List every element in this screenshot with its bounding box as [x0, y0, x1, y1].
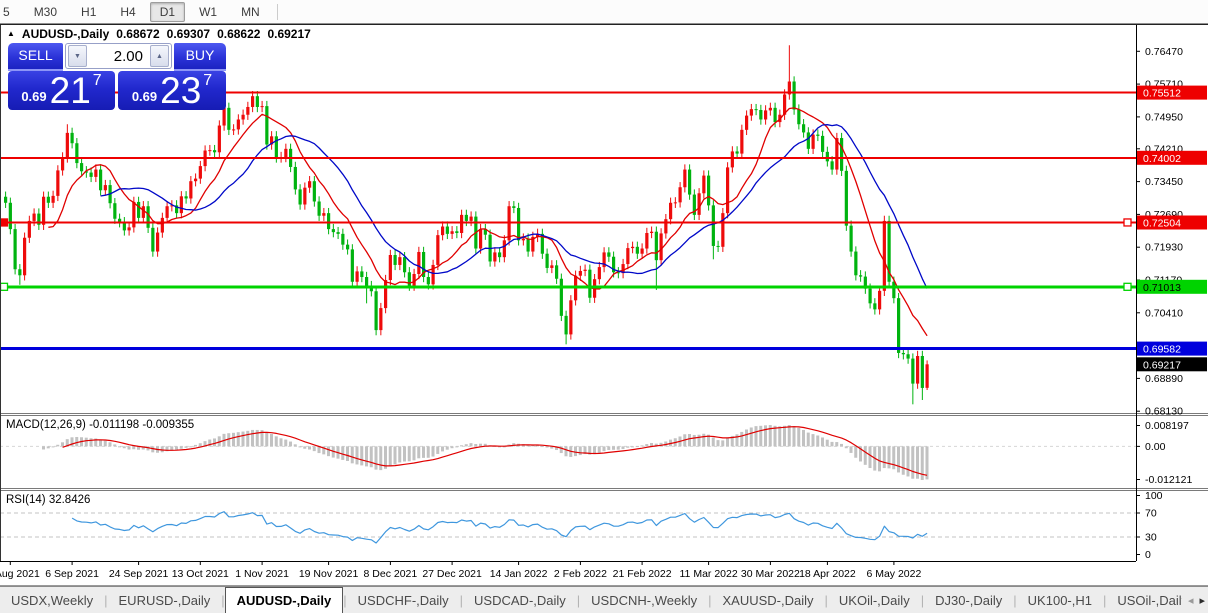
one-click-trading-panel: SELL ▼ 2.00 ▲ BUY 0.69 21 7 0.69 23 7 [8, 43, 226, 110]
period-button-h1[interactable]: H1 [71, 2, 106, 22]
ohlc-close: 0.69217 [267, 27, 310, 41]
date-label: 18 Apr 2022 [799, 568, 856, 580]
date-label: 6 May 2022 [866, 568, 921, 580]
spread-decrease-button[interactable]: ▼ [68, 45, 87, 67]
period-button-mn[interactable]: MN [231, 2, 270, 22]
date-label: 30 Mar 2022 [741, 568, 800, 580]
line-left-handle [1, 219, 8, 226]
rsi-panel-surface[interactable] [0, 491, 1136, 561]
spread-control: ▼ 2.00 ▲ [65, 43, 172, 69]
rsi-axis-label: 0 [1145, 549, 1151, 561]
line-right-handle [1124, 219, 1131, 226]
chart-title: ▲ AUDUSD-,Daily 0.68672 0.69307 0.68622 … [7, 27, 311, 41]
tab-scroll-right-icon[interactable]: ▸ [1199, 594, 1205, 607]
macd-indicator-label: MACD(12,26,9) -0.011198 -0.009355 [6, 419, 194, 431]
date-label: 1 Nov 2021 [235, 568, 289, 580]
chart-tab-uk100-h1[interactable]: UK100-,H1 [1017, 587, 1103, 613]
y-tick-label: 0.68890 [1145, 373, 1183, 385]
ohlc-open: 0.68672 [116, 27, 159, 41]
symbol-tab-bar: USDX,Weekly|EURUSD-,Daily|AUDUSD-,Daily|… [0, 586, 1208, 613]
date-label: 2 Feb 2022 [554, 568, 607, 580]
chart-tab-audusd-daily[interactable]: AUDUSD-,Daily [225, 587, 344, 613]
line-left-handle [1, 283, 8, 290]
spread-value-field[interactable]: 2.00 [89, 48, 148, 65]
price-label-0.71013: 0.71013 [1143, 282, 1181, 294]
rsi-axis-label: 100 [1145, 490, 1163, 502]
ohlc-high: 0.69307 [167, 27, 210, 41]
sell-button[interactable]: SELL [8, 43, 63, 71]
date-axis: 18 Aug 2021 6 Sep 2021 24 Sep 202113 Oct 2… [0, 561, 921, 580]
price-label-0.74002: 0.74002 [1143, 153, 1181, 165]
price-label-0.72504: 0.72504 [1143, 218, 1181, 230]
sell-price-sup: 7 [93, 72, 102, 90]
tab-scroll-left-icon[interactable]: ◂ [1188, 594, 1194, 607]
sell-price-button[interactable]: 0.69 21 7 [8, 71, 115, 110]
chart-window: 0.764700.757100.749500.742100.734500.726… [0, 24, 1208, 586]
macd-axis-label: 0.008197 [1145, 420, 1189, 432]
y-tick-label: 0.76470 [1145, 46, 1183, 58]
y-tick-label: 0.74950 [1145, 111, 1183, 123]
date-label: 14 Jan 2022 [490, 568, 548, 580]
line-right-handle [1124, 283, 1131, 290]
price-label-0.75512: 0.75512 [1143, 88, 1181, 100]
spread-increase-button[interactable]: ▲ [150, 45, 169, 67]
date-label: 27 Dec 2021 [422, 568, 482, 580]
y-tick-label: 0.70410 [1145, 307, 1183, 319]
y-tick-label: 0.71930 [1145, 242, 1183, 254]
chart-tab-usdx-weekly[interactable]: USDX,Weekly [0, 587, 104, 613]
date-label: 13 Oct 2021 [172, 568, 229, 580]
collapse-triangle-icon[interactable]: ▲ [7, 29, 15, 38]
period-button-m30[interactable]: M30 [24, 2, 67, 22]
chart-tab-usdcnh-weekly[interactable]: USDCNH-,Weekly [580, 587, 708, 613]
date-label: 21 Feb 2022 [613, 568, 672, 580]
tab-scroll-arrows: ◂ ▸ [1182, 587, 1205, 613]
buy-price-sup: 7 [203, 72, 212, 90]
chart-symbol-label: AUDUSD-,Daily [22, 27, 109, 41]
date-label: 8 Dec 2021 [364, 568, 418, 580]
timeframe-toolbar: 5M30H1H4D1W1MN [0, 0, 1208, 24]
current-price-label: 0.69217 [1143, 359, 1181, 371]
y-tick-label: 0.73450 [1145, 176, 1183, 188]
ohlc-low: 0.68622 [217, 27, 260, 41]
chart-tab-usdchf-daily[interactable]: USDCHF-,Daily [347, 587, 460, 613]
sell-price-big: 21 [50, 71, 91, 110]
y-tick-label: 0.68130 [1145, 406, 1183, 418]
date-label: 19 Nov 2021 [299, 568, 359, 580]
rsi-indicator-label: RSI(14) 32.8426 [6, 494, 90, 506]
macd-axis-label: -0.012121 [1145, 474, 1192, 486]
chart-tab-eurusd-daily[interactable]: EURUSD-,Daily [108, 587, 222, 613]
buy-price-button[interactable]: 0.69 23 7 [118, 71, 226, 110]
rsi-axis-label: 30 [1145, 532, 1157, 544]
rsi-axis-label: 70 [1145, 508, 1157, 520]
chart-tab-usdcad-daily[interactable]: USDCAD-,Daily [463, 587, 577, 613]
toolbar-separator [277, 4, 278, 20]
period-button-d1[interactable]: D1 [150, 2, 185, 22]
period-button-h4[interactable]: H4 [110, 2, 145, 22]
date-label: 24 Sep 2021 [109, 568, 169, 580]
macd-axis-label: 0.00 [1145, 441, 1166, 453]
chart-tab-dj30-daily[interactable]: DJ30-,Daily [924, 587, 1013, 613]
date-label: 11 Mar 2022 [680, 568, 738, 580]
period-button-5[interactable]: 5 [0, 2, 20, 22]
chart-tab-ukoil-daily[interactable]: UKOil-,Daily [828, 587, 921, 613]
chart-tab-xauusd-daily[interactable]: XAUUSD-,Daily [712, 587, 825, 613]
sell-price-small: 0.69 [21, 89, 46, 104]
date-label: 18 Aug 2021 [0, 568, 40, 580]
period-button-w1[interactable]: W1 [189, 2, 227, 22]
buy-price-big: 23 [160, 71, 201, 110]
buy-button[interactable]: BUY [174, 43, 226, 71]
price-label-0.69582: 0.69582 [1143, 344, 1181, 356]
date-label: 6 Sep 2021 [45, 568, 99, 580]
buy-price-small: 0.69 [132, 89, 157, 104]
